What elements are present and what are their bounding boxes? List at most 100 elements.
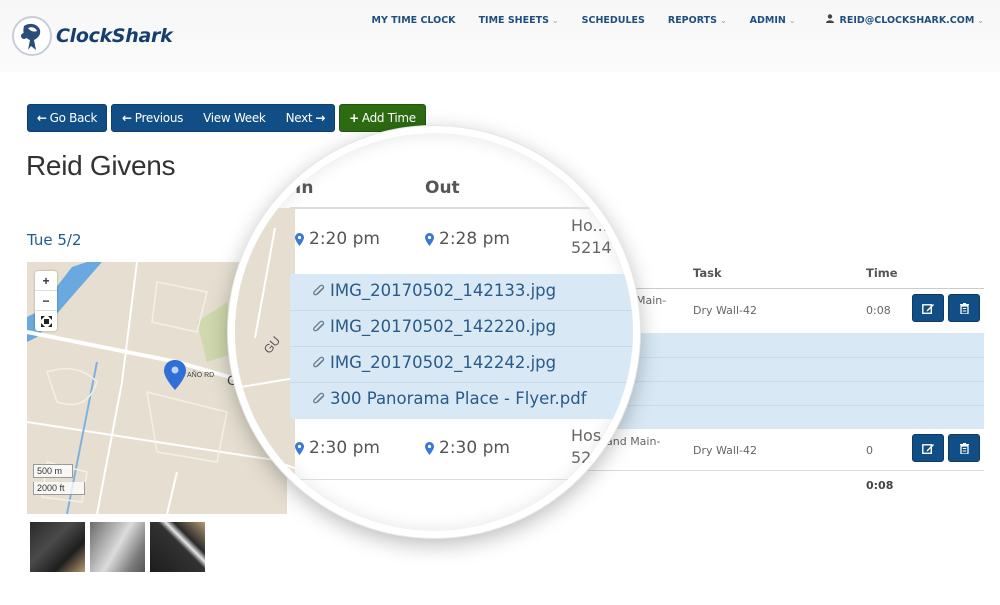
scale-metric: 500 m — [33, 464, 73, 478]
view-week-button[interactable]: View Week — [203, 111, 266, 125]
stripe — [290, 382, 633, 383]
nav-schedules[interactable]: SCHEDULES — [582, 15, 645, 26]
nav-label: MY TIME CLOCK — [371, 14, 456, 26]
trash-icon — [959, 442, 969, 454]
chevron-down-icon: ⌄ — [719, 15, 727, 25]
zoom-in-button[interactable]: + — [35, 271, 57, 291]
location-line1: Ho... — [571, 216, 608, 235]
go-back-label: Go Back — [49, 111, 98, 125]
map-zoom-controls: + − — [35, 271, 57, 331]
week-navigation-group: ← Previous View Week Next → — [111, 104, 335, 132]
photo-thumbnail[interactable] — [90, 522, 145, 572]
row2-delete-button[interactable] — [948, 434, 980, 462]
attachments-list: IMG_20170502_142133.jpg IMG_20170502_142… — [290, 274, 633, 419]
paperclip-icon — [313, 284, 325, 295]
attachment-link[interactable]: IMG_20170502_142220.jpg — [312, 317, 556, 336]
edit-icon — [922, 303, 934, 314]
main-nav: MY TIME CLOCK TIME SHEETS ⌄ SCHEDULES REP… — [349, 14, 984, 26]
total-time: 0:08 — [866, 479, 894, 492]
photo-thumbnail[interactable] — [150, 522, 205, 572]
photo-thumbnails — [30, 522, 205, 572]
add-time-label: Add Time — [361, 111, 416, 125]
nav-time-sheets[interactable]: TIME SHEETS ⌄ — [479, 15, 559, 26]
user-icon — [825, 14, 834, 26]
clock-out-time: 2:30 pm — [439, 438, 510, 458]
employee-name: Reid Givens — [26, 150, 176, 181]
attachment-name: IMG_20170502_142242.jpg — [330, 353, 557, 372]
nav-label: ADMIN — [749, 14, 786, 26]
row1-delete-button[interactable] — [948, 294, 980, 322]
col-header-time: Time — [866, 266, 898, 280]
attachment-link[interactable]: 300 Panorama Place - Flyer.pdf — [312, 389, 587, 408]
chevron-down-icon: ⌄ — [977, 15, 984, 25]
clock-out-time: 2:28 pm — [439, 229, 510, 249]
nav-reports[interactable]: REPORTS ⌄ — [668, 15, 727, 26]
day-link[interactable]: Tue 5/2 — [27, 231, 82, 249]
map-pin-icon — [425, 232, 434, 246]
row2-location: Hos 52 — [571, 425, 601, 469]
arrow-right-icon: → — [315, 111, 326, 125]
logo[interactable]: ClockShark — [12, 16, 173, 56]
map-pin-icon — [295, 441, 304, 455]
trash-icon — [959, 302, 969, 314]
attachment-link[interactable]: IMG_20170502_142133.jpg — [312, 281, 556, 300]
location-line2: 5214 — [571, 238, 612, 257]
attachment-name: IMG_20170502_142220.jpg — [330, 317, 557, 336]
clock-in-time: 2:30 pm — [309, 438, 380, 458]
next-label: Next — [285, 111, 313, 125]
map-pin-icon[interactable] — [164, 360, 186, 395]
nav-admin[interactable]: ADMIN ⌄ — [750, 15, 796, 26]
arrow-left-icon: ← — [122, 111, 132, 125]
brand-name: ClockShark — [56, 25, 173, 47]
paperclip-icon — [313, 320, 325, 331]
row2-time: 0 — [866, 444, 873, 457]
scale-imperial: 2000 ft — [33, 482, 85, 495]
magnified-map-tiles — [235, 208, 295, 531]
col-header-out: Out — [425, 178, 460, 198]
shark-logo-icon — [12, 16, 52, 56]
nav-label: SCHEDULES — [581, 14, 645, 26]
photo-thumbnail[interactable] — [30, 522, 85, 572]
fullscreen-icon — [40, 315, 52, 327]
row1-clock-in[interactable]: 2:20 pm — [295, 229, 380, 249]
row1-clock-out[interactable]: 2:28 pm — [425, 229, 510, 249]
next-button[interactable]: Next → — [286, 111, 326, 125]
col-header-in: In — [295, 178, 314, 198]
magnifier-callout: GU In Out 2:20 pm 2:28 pm Ho... 5214 IMG… — [228, 126, 640, 538]
arrow-left-icon: ← — [36, 111, 47, 125]
clock-in-time: 2:20 pm — [309, 229, 380, 249]
chevron-down-icon: ⌄ — [551, 15, 559, 25]
nav-label: REPORTS — [667, 14, 717, 26]
location-line2: 52 — [571, 448, 592, 467]
nav-my-time-clock[interactable]: MY TIME CLOCK — [372, 15, 456, 26]
previous-button[interactable]: ← Previous — [122, 111, 183, 125]
zoom-out-button[interactable]: − — [35, 291, 57, 311]
chevron-down-icon: ⌄ — [788, 15, 796, 25]
row1-time: 0:08 — [866, 304, 891, 317]
row1-edit-button[interactable] — [912, 294, 944, 322]
previous-label: Previous — [134, 111, 184, 125]
fullscreen-button[interactable] — [35, 311, 57, 331]
row2-task: Dry Wall-42 — [693, 444, 757, 457]
page: ClockShark MY TIME CLOCK TIME SHEETS ⌄ SC… — [0, 0, 1000, 605]
stripe — [290, 310, 633, 311]
row1-location-partial: Main- — [636, 294, 667, 307]
attachment-link[interactable]: IMG_20170502_142242.jpg — [312, 353, 556, 372]
edit-icon — [922, 443, 934, 454]
header-divider-magnified — [290, 207, 633, 209]
stripe — [290, 346, 633, 347]
row2-clock-out[interactable]: 2:30 pm — [425, 438, 510, 458]
row2-clock-in[interactable]: 2:30 pm — [295, 438, 380, 458]
row1-task: Dry Wall-42 — [693, 304, 757, 317]
row1-location: Ho... 5214 — [571, 215, 612, 259]
location-line1: Hos — [571, 426, 602, 445]
attachment-name: 300 Panorama Place - Flyer.pdf — [330, 389, 587, 408]
go-back-button[interactable]: ← Go Back — [27, 104, 107, 132]
row2-edit-button[interactable] — [912, 434, 944, 462]
attachment-name: IMG_20170502_142133.jpg — [330, 281, 557, 300]
paperclip-icon — [313, 392, 325, 403]
nav-user-menu[interactable]: REID@CLOCKSHARK.COM ⌄ — [825, 14, 984, 26]
col-header-task: Task — [693, 266, 722, 280]
map-pin-icon — [425, 441, 434, 455]
row-divider-magnified — [290, 479, 633, 480]
